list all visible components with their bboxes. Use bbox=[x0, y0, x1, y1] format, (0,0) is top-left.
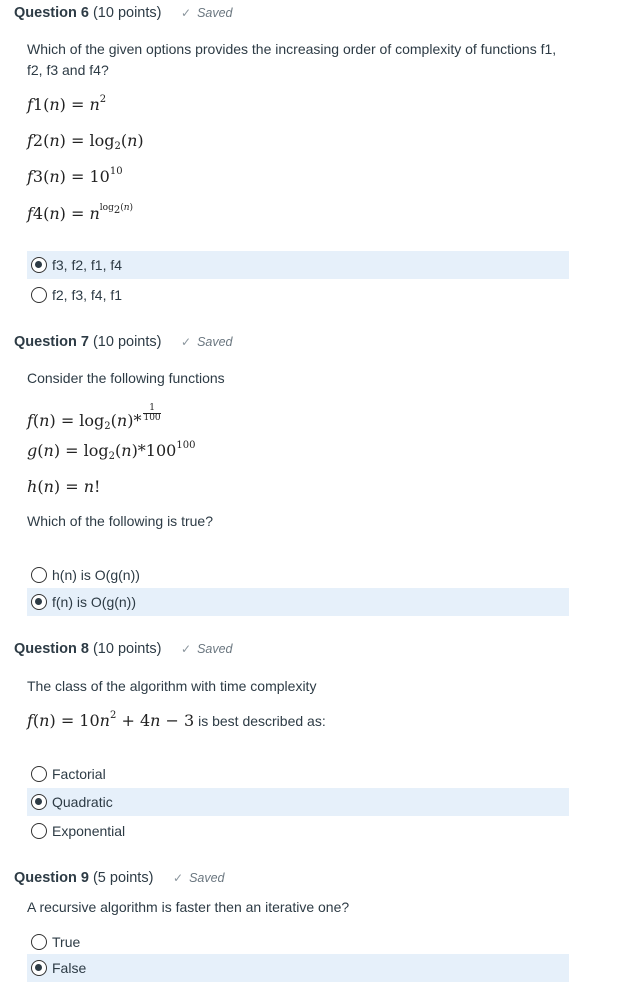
option-label: False bbox=[52, 960, 87, 976]
answer-option[interactable]: Factorial bbox=[27, 760, 569, 788]
question-6-header: Question 6 (10 points) bbox=[14, 5, 161, 21]
saved-status: ✓ Saved bbox=[173, 871, 225, 885]
option-label: f(n) is O(g(n)) bbox=[52, 594, 136, 610]
question-prompt: Which of the given options provides the … bbox=[27, 41, 557, 78]
radio-button[interactable] bbox=[31, 823, 47, 839]
radio-button[interactable] bbox=[31, 934, 47, 950]
saved-label: Saved bbox=[189, 871, 225, 885]
question-prompt: The class of the algorithm with time com… bbox=[27, 678, 317, 694]
radio-button[interactable] bbox=[31, 567, 47, 583]
option-label: Factorial bbox=[52, 766, 106, 782]
option-label: True bbox=[52, 934, 81, 950]
question-title: Question 9 bbox=[14, 870, 89, 886]
equation-f1: f1(n) = n2 bbox=[27, 94, 107, 115]
question-points: (10 points) bbox=[92, 5, 162, 21]
answer-option[interactable]: f2, f3, f4, f1 bbox=[27, 281, 569, 309]
checkmark-icon: ✓ bbox=[181, 6, 192, 20]
equation-f3: f3(n) = 1010 bbox=[27, 166, 123, 187]
question-points: (10 points) bbox=[92, 641, 162, 657]
equation-f: f(n) = log2(n)* 1 100 bbox=[27, 403, 161, 432]
answer-option[interactable]: True bbox=[27, 928, 569, 956]
radio-button-selected[interactable] bbox=[31, 960, 47, 976]
equation-time-complexity: f(n) = 10n2 + 4n − 3 bbox=[27, 710, 195, 731]
saved-label: Saved bbox=[197, 335, 233, 349]
option-label: f2, f3, f4, f1 bbox=[52, 287, 123, 303]
equation-f4: f4(n) = nlog2(n) bbox=[27, 203, 134, 224]
question-8-header: Question 8 (10 points) bbox=[14, 641, 161, 657]
checkmark-icon: ✓ bbox=[181, 335, 192, 349]
answer-option[interactable]: False bbox=[27, 954, 569, 982]
radio-button-selected[interactable] bbox=[31, 257, 47, 273]
answer-option[interactable]: Exponential bbox=[27, 817, 569, 845]
radio-button-selected[interactable] bbox=[31, 794, 47, 810]
question-7-header: Question 7 (10 points) bbox=[14, 334, 161, 350]
radio-button[interactable] bbox=[31, 287, 47, 303]
saved-status: ✓ Saved bbox=[181, 642, 233, 656]
answer-option[interactable]: f(n) is O(g(n)) bbox=[27, 588, 569, 616]
radio-button-selected[interactable] bbox=[31, 594, 47, 610]
option-label: Exponential bbox=[52, 823, 126, 839]
answer-option[interactable]: h(n) is O(g(n)) bbox=[27, 561, 569, 589]
question-title: Question 6 bbox=[14, 5, 89, 21]
equation-h: h(n) = n! bbox=[27, 477, 101, 496]
saved-label: Saved bbox=[197, 642, 233, 656]
checkmark-icon: ✓ bbox=[173, 871, 184, 885]
question-points: (5 points) bbox=[92, 870, 154, 886]
equation-line: f(n) = 10n2 + 4n − 3 is best described a… bbox=[27, 711, 326, 732]
equation-g: g(n) = log2(n)*100100 bbox=[27, 440, 196, 462]
option-label: Quadratic bbox=[52, 794, 113, 810]
option-label: f3, f2, f1, f4 bbox=[52, 257, 123, 273]
question-subprompt: Which of the following is true? bbox=[27, 513, 213, 529]
equation-suffix: is best described as: bbox=[198, 713, 326, 729]
saved-label: Saved bbox=[197, 6, 233, 20]
equation-f2: f2(n) = log2(n) bbox=[27, 131, 144, 152]
radio-button[interactable] bbox=[31, 766, 47, 782]
question-title: Question 7 bbox=[14, 334, 89, 350]
checkmark-icon: ✓ bbox=[181, 642, 192, 656]
question-prompt: Consider the following functions bbox=[27, 370, 225, 386]
question-title: Question 8 bbox=[14, 641, 89, 657]
answer-option[interactable]: Quadratic bbox=[27, 788, 569, 816]
option-label: h(n) is O(g(n)) bbox=[52, 567, 140, 583]
question-points: (10 points) bbox=[92, 334, 162, 350]
answer-option[interactable]: f3, f2, f1, f4 bbox=[27, 251, 569, 279]
saved-status: ✓ Saved bbox=[181, 335, 233, 349]
question-prompt: A recursive algorithm is faster then an … bbox=[27, 899, 350, 915]
saved-status: ✓ Saved bbox=[181, 6, 233, 20]
question-9-header: Question 9 (5 points) bbox=[14, 870, 153, 886]
